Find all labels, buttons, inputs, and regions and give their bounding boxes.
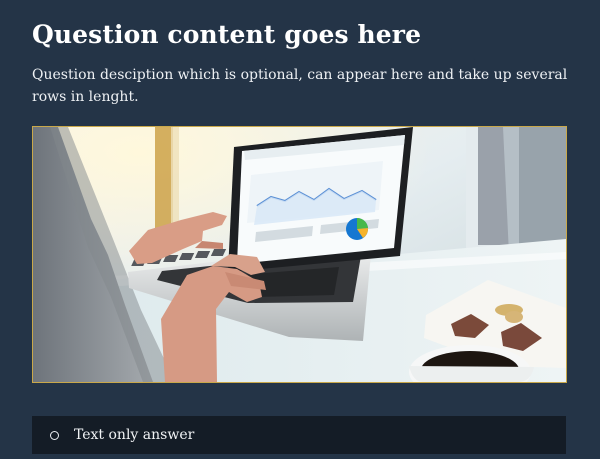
radio-button[interactable] <box>50 430 59 440</box>
question-description: Question desciption which is optional, c… <box>32 67 568 105</box>
question-title: Question content goes here <box>32 20 422 49</box>
answer-option-text-only[interactable]: Text only answer <box>32 416 566 454</box>
laptop-analytics-photo <box>33 127 566 382</box>
question-image <box>32 126 567 383</box>
answer-label: Text only answer <box>74 427 195 443</box>
question-page: Question content goes here Question desc… <box>0 0 600 459</box>
